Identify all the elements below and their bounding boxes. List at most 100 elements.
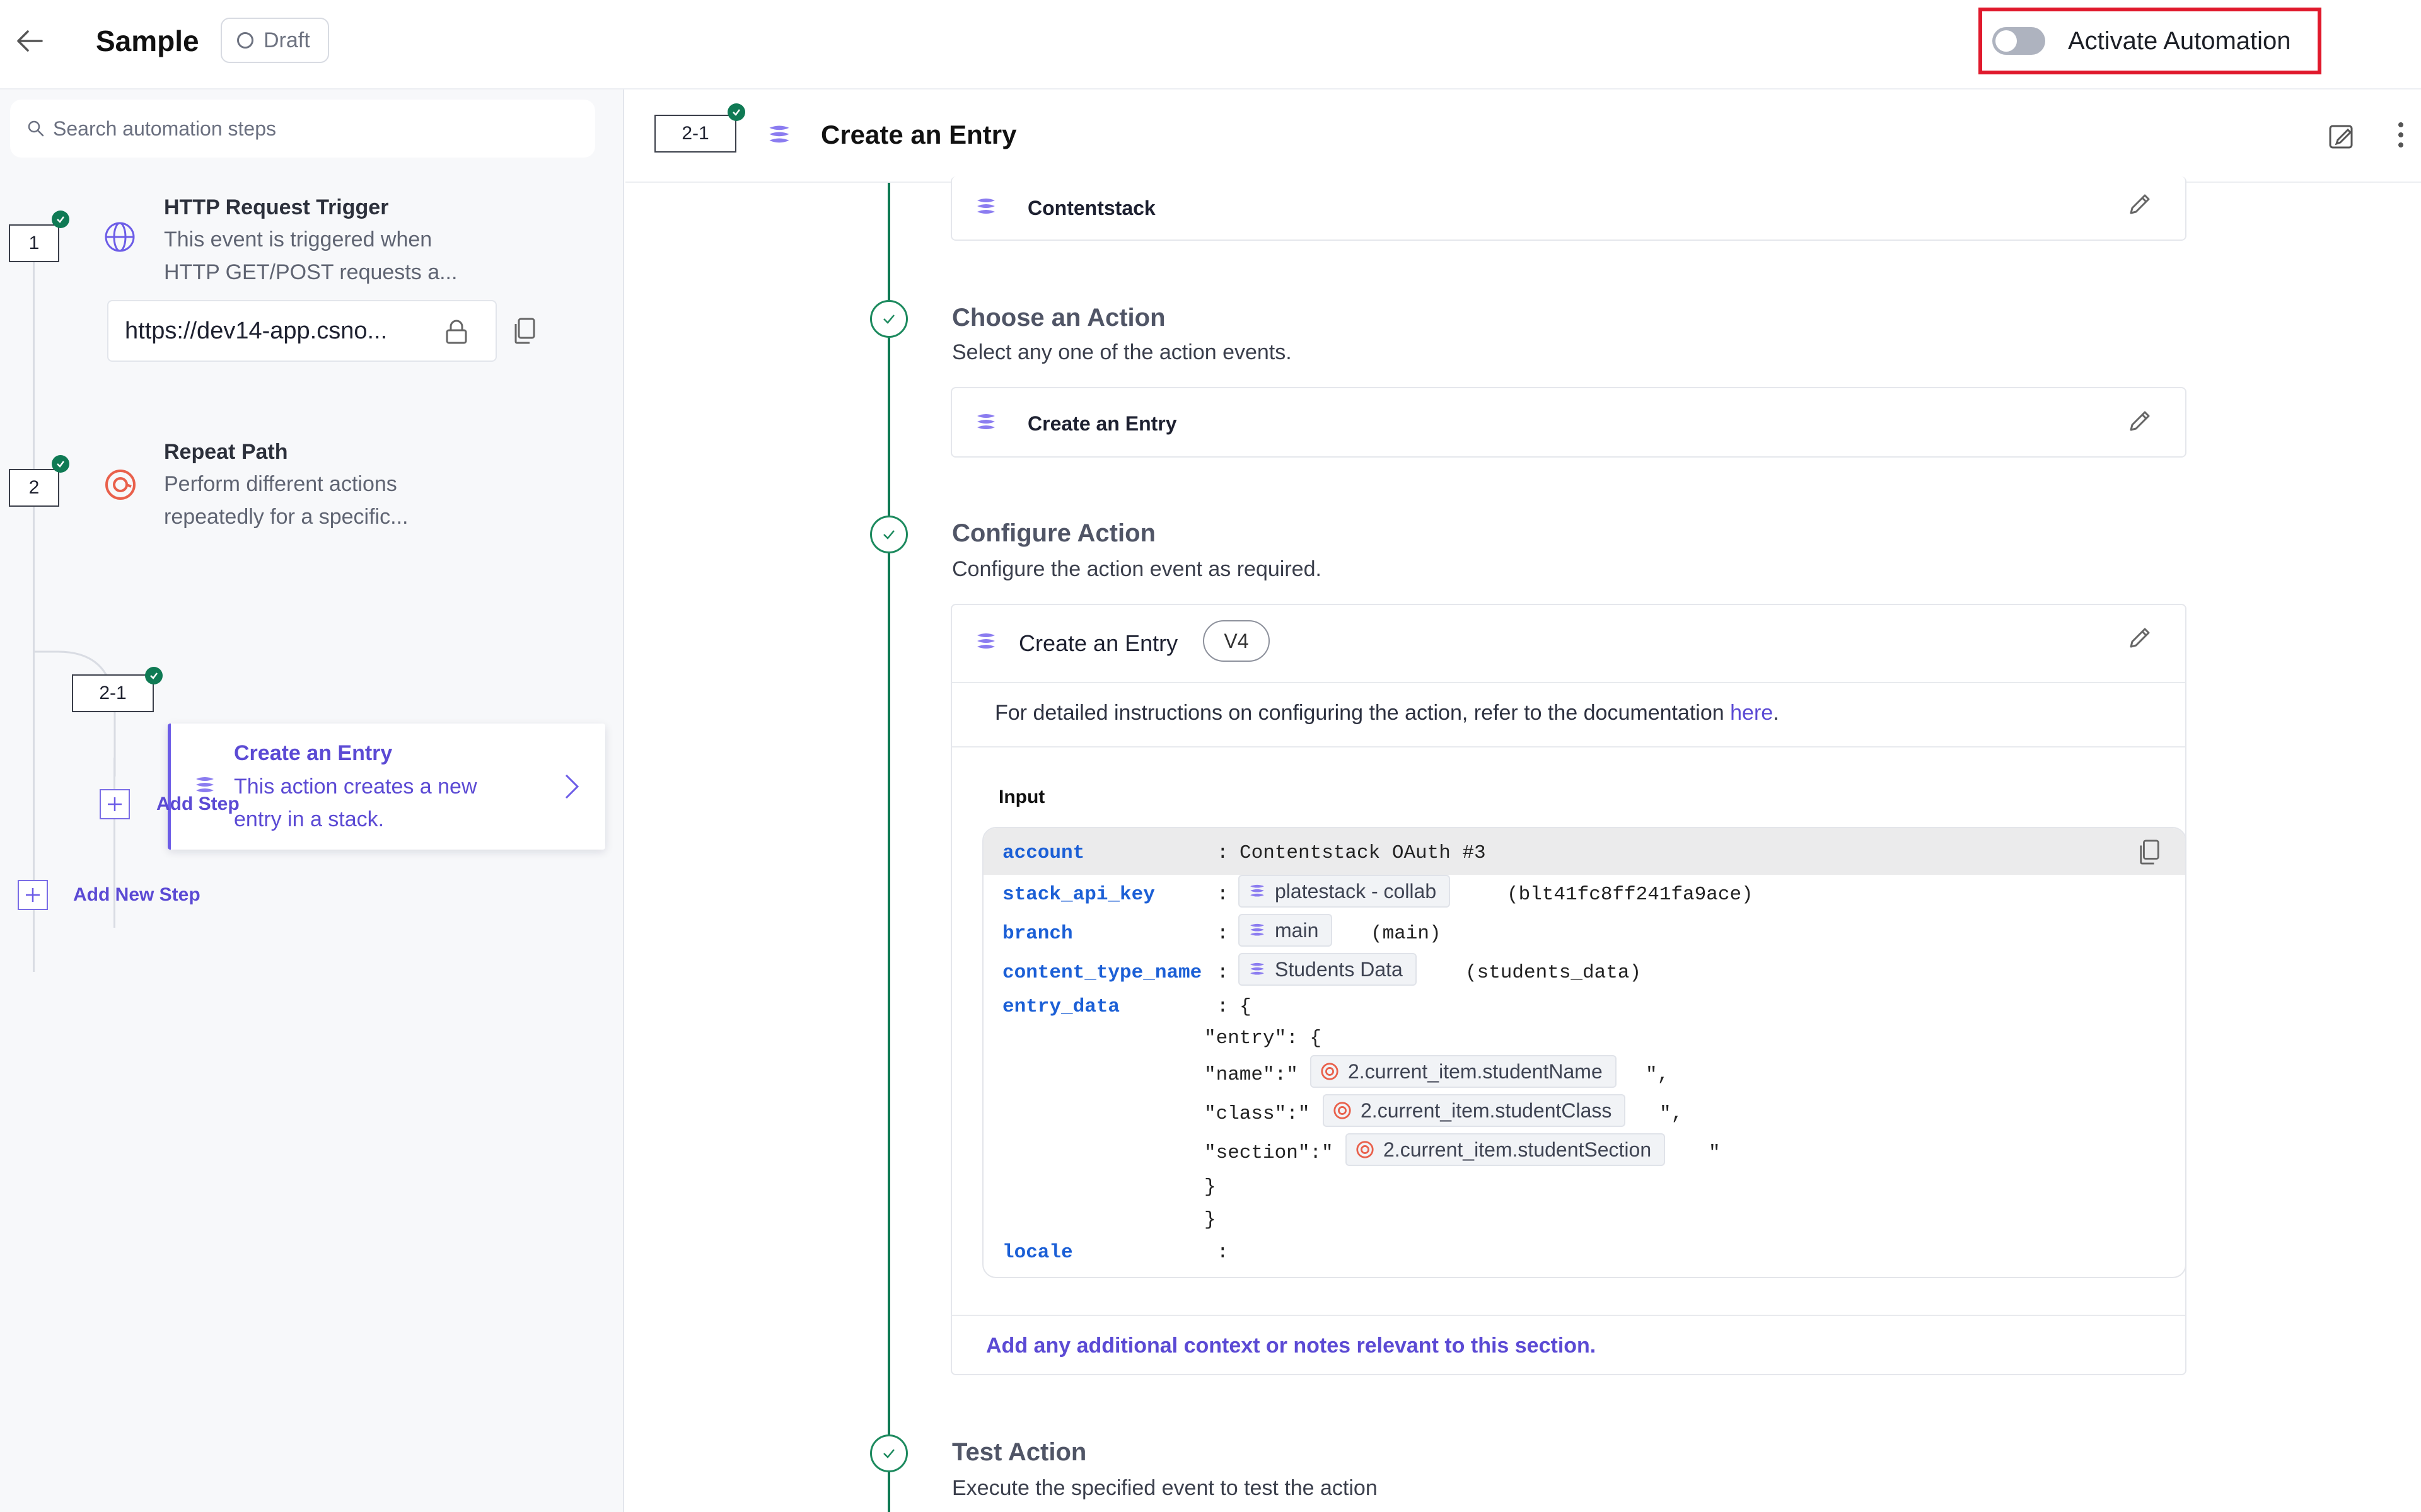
documentation-note: For detailed instructions on configuring… (995, 701, 1779, 725)
branch-chip: main (1238, 914, 1333, 947)
copy-url-icon[interactable] (512, 316, 537, 345)
contentstack-icon (977, 199, 995, 214)
chosen-action-card: Create an Entry (951, 387, 2186, 458)
step-1-title: HTTP Request Trigger (164, 195, 389, 219)
card-divider (952, 746, 2185, 747)
section-suffix: " (1709, 1142, 1721, 1164)
timeline-line (888, 183, 890, 1512)
detail-step-number: 2-1 (654, 115, 736, 153)
branch-connector (34, 650, 116, 776)
card-divider (952, 1315, 2185, 1316)
locale-key: locale (1002, 1242, 1073, 1264)
add-step-button[interactable]: Add Step (100, 789, 240, 819)
activate-automation-control[interactable]: Activate Automation (1978, 8, 2321, 74)
substep-check-icon (145, 667, 163, 684)
step-1-desc-line1: This event is triggered when (164, 228, 433, 251)
content-type-chip-label: Students Data (1275, 957, 1403, 981)
edit-note-icon[interactable] (2328, 122, 2355, 150)
add-notes-link[interactable]: Add any additional context or notes rele… (986, 1334, 1596, 1358)
detail-check-icon (728, 103, 745, 121)
plus-icon (100, 789, 130, 819)
name-chip-label: 2.current_item.studentName (1348, 1059, 1603, 1083)
substep-card-create-entry[interactable]: Create an Entry This action creates a ne… (168, 724, 605, 850)
webhook-url-field[interactable]: https://dev14-app.csno... (107, 300, 497, 362)
repeat-path-icon (1356, 1141, 1374, 1158)
add-new-step-button[interactable]: Add New Step (18, 880, 200, 910)
more-options-icon[interactable] (2397, 120, 2405, 150)
stack-api-key-key: stack_api_key (1002, 884, 1155, 906)
chevron-right-icon (565, 774, 579, 799)
version-badge: V4 (1203, 620, 1270, 662)
section-prefix: "section":" (1204, 1142, 1333, 1164)
first-row-highlight (984, 828, 2185, 875)
brace-open: { (1240, 996, 1251, 1018)
edit-pencil-icon[interactable] (2126, 624, 2154, 652)
globe-icon (105, 222, 135, 252)
class-prefix: "class":" (1204, 1103, 1310, 1125)
configure-action-card: Create an Entry V4 For detailed instruct… (951, 604, 2186, 1375)
add-new-step-label: Add New Step (73, 884, 200, 905)
step-2-check-icon (52, 455, 69, 473)
copy-input-icon[interactable] (2137, 838, 2161, 866)
step-2-desc-line1: Perform different actions (164, 472, 397, 496)
draft-circle-icon (237, 32, 253, 49)
step-2-title: Repeat Path (164, 440, 288, 464)
configure-action-check-icon (870, 516, 908, 553)
colon: : (1217, 842, 1229, 864)
account-value: Contentstack OAuth #3 (1240, 842, 1486, 864)
brace-close-outer: } (1204, 1209, 1216, 1231)
add-step-label: Add Step (156, 794, 240, 814)
test-action-check-icon (870, 1434, 908, 1472)
edit-pencil-icon[interactable] (2126, 190, 2154, 218)
back-arrow-icon[interactable] (14, 25, 45, 57)
input-values-block: account : Contentstack OAuth #3 stack_ap… (982, 827, 2186, 1278)
contentstack-icon (1250, 962, 1264, 975)
colon: : (1217, 962, 1229, 984)
repeat-path-icon (1333, 1102, 1351, 1119)
plus-icon (18, 880, 48, 910)
entry-data-key: entry_data (1002, 996, 1120, 1018)
step-1-check-icon (52, 211, 69, 228)
content-type-key: content_type_name (1002, 962, 1202, 984)
stack-chip-label: platestack - collab (1275, 879, 1437, 903)
name-chip: 2.current_item.studentName (1310, 1055, 1617, 1088)
test-action-desc: Execute the specified event to test the … (952, 1476, 1378, 1500)
search-input[interactable] (53, 117, 557, 141)
edit-pencil-icon[interactable] (2126, 407, 2154, 435)
contentstack-icon (1250, 923, 1264, 936)
input-label: Input (999, 787, 1045, 807)
section-chip: 2.current_item.studentSection (1345, 1133, 1666, 1166)
search-icon (28, 120, 44, 137)
test-action-title: Test Action (952, 1438, 1087, 1466)
configure-action-desc: Configure the action event as required. (952, 557, 1321, 581)
colon: : (1217, 923, 1229, 945)
branch-value: (main) (1371, 923, 1441, 945)
webhook-url: https://dev14-app.csno... (125, 317, 388, 344)
brace-close-inner: } (1204, 1176, 1216, 1198)
content-type-value: (students_data) (1465, 962, 1642, 984)
configure-action-title: Configure Action (952, 519, 1156, 547)
top-header: Sample Draft Activate Automation (0, 0, 2421, 89)
documentation-link[interactable]: here (1730, 701, 1773, 725)
stack-api-value: (blt41fc8ff241fa9ace) (1507, 884, 1753, 906)
branch-key: branch (1002, 923, 1073, 945)
section-chip-label: 2.current_item.studentSection (1383, 1138, 1652, 1161)
colon: : (1217, 996, 1229, 1018)
stack-chip: platestack - collab (1238, 875, 1451, 908)
choose-action-title: Choose an Action (952, 304, 1166, 332)
contentstack-icon (977, 414, 995, 429)
class-chip-label: 2.current_item.studentClass (1361, 1099, 1612, 1122)
substep-desc: This action creates a new entry in a sta… (234, 775, 477, 831)
detail-title: Create an Entry (821, 120, 1017, 149)
class-suffix: ", (1659, 1103, 1683, 1125)
draft-label: Draft (264, 28, 310, 52)
app-card: Contentstack (951, 176, 2186, 241)
substep-number: 2-1 (72, 674, 154, 712)
name-prefix: "name":" (1204, 1064, 1298, 1086)
config-card-title: Create an Entry (1019, 630, 1178, 656)
app-name: Contentstack (1028, 197, 1156, 219)
colon: : (1217, 1242, 1229, 1264)
activate-toggle[interactable] (1992, 27, 2045, 55)
step-1-desc-line2: HTTP GET/POST requests a... (164, 260, 458, 284)
step-1-number: 1 (9, 224, 59, 262)
